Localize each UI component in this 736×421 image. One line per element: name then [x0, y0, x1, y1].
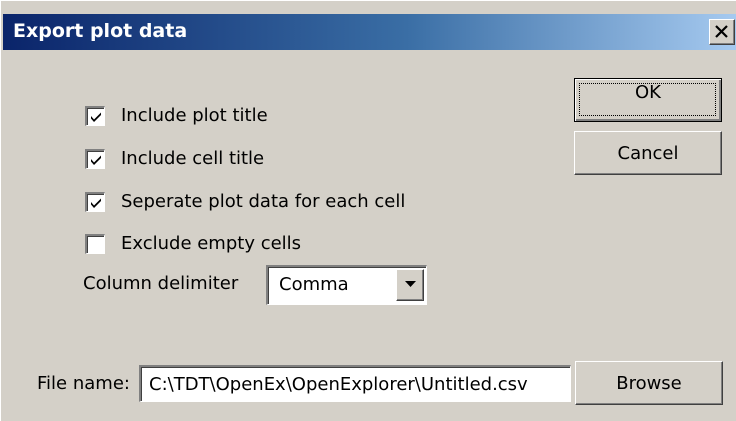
- option-label: Include cell title: [121, 148, 265, 169]
- browse-button-label: Browse: [616, 373, 682, 394]
- title-bar[interactable]: Export plot data: [3, 14, 736, 50]
- separate-plot-data-checkbox[interactable]: [85, 192, 105, 212]
- option-label: Exclude empty cells: [121, 233, 302, 254]
- window-title: Export plot data: [13, 20, 188, 42]
- cancel-button[interactable]: Cancel: [574, 131, 722, 175]
- browse-button[interactable]: Browse: [575, 361, 723, 405]
- close-icon: [715, 25, 728, 38]
- dropdown-button[interactable]: [396, 269, 424, 301]
- checkmark-icon: [91, 198, 101, 208]
- ok-button[interactable]: OK: [574, 78, 722, 122]
- include-cell-title-checkbox[interactable]: [85, 149, 105, 169]
- column-delimiter-value: Comma: [279, 274, 349, 295]
- column-delimiter-label: Column delimiter: [83, 273, 239, 294]
- close-button[interactable]: [709, 19, 735, 45]
- checkmark-icon: [91, 155, 101, 165]
- file-name-label: File name:: [37, 373, 130, 394]
- option-label: Seperate plot data for each cell: [121, 191, 406, 212]
- option-label: Include plot title: [121, 105, 268, 126]
- checkmark-icon: [91, 112, 101, 122]
- export-plot-data-dialog: Export plot data Include plot title Incl…: [0, 0, 736, 421]
- column-delimiter-select[interactable]: Comma: [266, 265, 427, 305]
- exclude-empty-cells-checkbox[interactable]: [85, 234, 105, 254]
- include-plot-title-checkbox[interactable]: [85, 106, 105, 126]
- ok-button-label: OK: [635, 82, 661, 103]
- file-name-input[interactable]: [139, 365, 571, 402]
- chevron-down-icon: [405, 281, 416, 287]
- cancel-button-label: Cancel: [617, 143, 679, 164]
